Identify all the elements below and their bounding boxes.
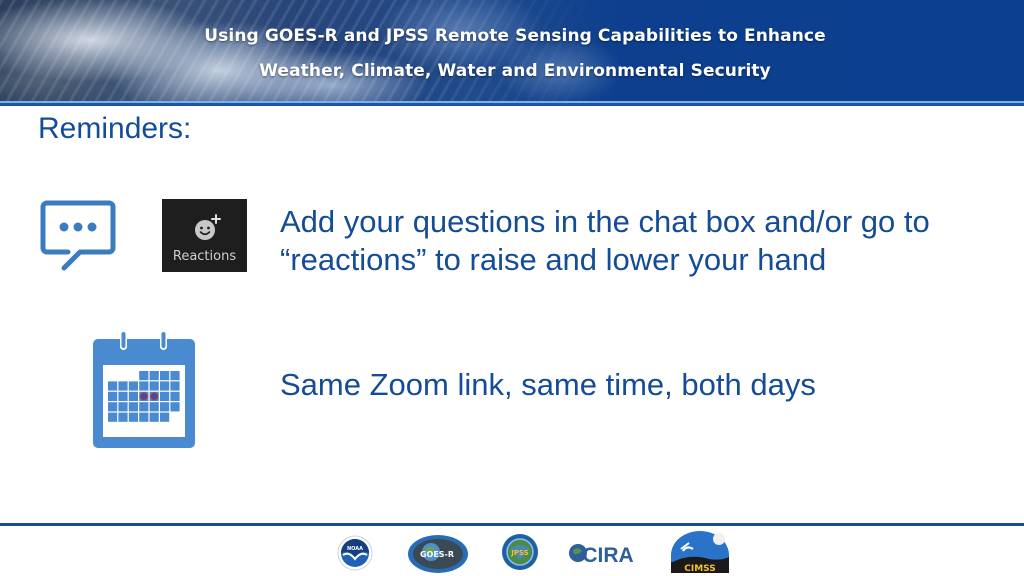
cimss-logo: CIMSS	[671, 531, 729, 573]
calendar-day-cell	[170, 381, 180, 391]
calendar-day-cell	[139, 371, 149, 381]
calendar-day-cell	[170, 371, 180, 381]
jpss-logo: JPSS	[502, 534, 538, 570]
calendar-day-cell	[118, 391, 128, 401]
header-title-line1: Using GOES-R and JPSS Remote Sensing Cap…	[204, 26, 826, 46]
cimss-logo-text: CIMSS	[684, 564, 715, 573]
calendar-day-cell	[128, 402, 138, 412]
calendar-day-cell	[160, 381, 170, 391]
cira-logo-text: CIRA	[582, 544, 633, 567]
reactions-label: Reactions	[172, 249, 237, 264]
calendar-day-cell	[139, 381, 149, 391]
header-title-line2: Weather, Climate, Water and Environmenta…	[259, 61, 771, 81]
calendar-day-cell	[108, 381, 118, 391]
calendar-icon	[93, 330, 195, 448]
chat-bubble-icon	[40, 200, 116, 271]
calendar-day-cell	[160, 402, 170, 412]
goes-r-logo-text: GOES-R	[420, 550, 454, 559]
calendar-highlighted-day	[139, 392, 148, 401]
calendar-day-cell	[128, 381, 138, 391]
noaa-logo-text: NOAA	[347, 546, 363, 552]
calendar-highlighted-day	[150, 392, 159, 401]
noaa-logo: NOAA	[337, 535, 373, 571]
header-divider-dark	[0, 103, 1024, 106]
calendar-day-cell	[170, 402, 180, 412]
calendar-day-cell	[118, 381, 128, 391]
jpss-logo-text: JPSS	[510, 549, 529, 557]
calendar-day-cell	[108, 402, 118, 412]
calendar-day-cell	[149, 412, 159, 422]
calendar-day-cell	[108, 391, 118, 401]
calendar-day-cell	[139, 402, 149, 412]
calendar-day-cell	[139, 412, 149, 422]
cira-logo: CIRA	[569, 544, 634, 567]
calendar-day-cell	[118, 402, 128, 412]
reminder-zoom-text: Same Zoom link, same time, both days	[280, 367, 816, 402]
calendar-day-cell	[170, 391, 180, 401]
calendar-day-cell	[160, 371, 170, 381]
calendar-day-cell	[118, 412, 128, 422]
calendar-day-cell	[108, 412, 118, 422]
calendar-day-cell	[149, 371, 159, 381]
calendar-day-cell	[128, 391, 138, 401]
header-cloud-texture	[0, 0, 1024, 102]
header-banner: Using GOES-R and JPSS Remote Sensing Cap…	[0, 0, 1024, 102]
reminder-chat-text: Add your questions in the chat box and/o…	[280, 204, 930, 277]
calendar-day-cell	[160, 412, 170, 422]
footer-divider	[0, 523, 1024, 526]
reactions-smiley-icon	[195, 214, 221, 240]
slide-title: Reminders:	[38, 112, 192, 145]
calendar-day-cell	[160, 391, 170, 401]
reactions-button[interactable]: Reactions	[162, 199, 247, 272]
calendar-day-cell	[149, 402, 159, 412]
goes-r-logo: GOES-R	[408, 535, 468, 573]
calendar-day-cell	[128, 412, 138, 422]
calendar-day-cell	[149, 381, 159, 391]
